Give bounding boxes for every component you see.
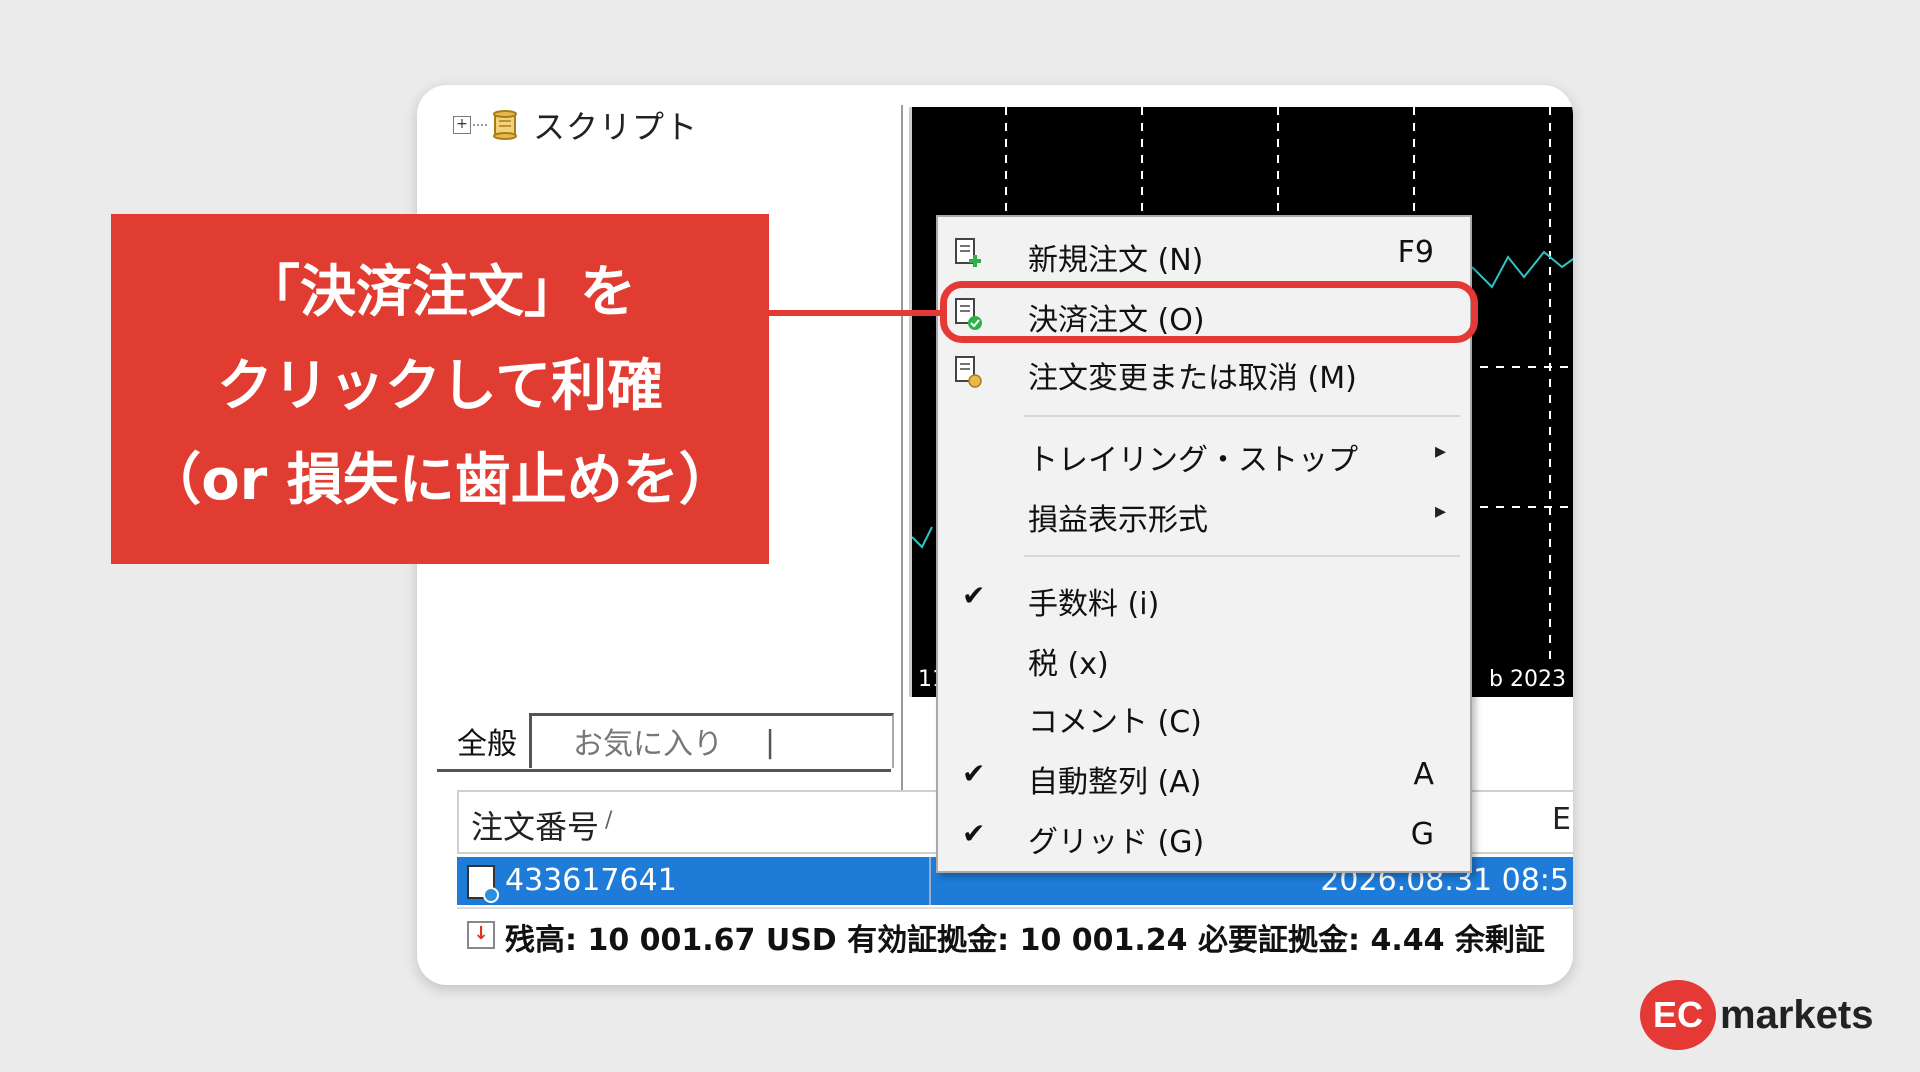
balance-text: 残高: 10 001.67 USD 有効証拠金: 10 001.24 必要証拠金… (505, 923, 1545, 958)
new-order-icon (955, 238, 981, 267)
check-icon: ✔ (962, 757, 986, 790)
menu-shortcut: F9 (1397, 235, 1434, 270)
navigator-tabs: 全般 お気に入り | (437, 713, 894, 772)
menu-item-profit-display[interactable]: 損益表示形式 ▸ (938, 487, 1470, 541)
expand-icon[interactable]: + (453, 116, 471, 134)
scroll-icon (493, 110, 517, 140)
price-line (912, 526, 933, 549)
panel-divider[interactable] (901, 105, 903, 795)
check-icon: ✔ (962, 579, 986, 612)
balance-arrow-icon: ↓ (467, 921, 495, 949)
tab-general[interactable]: 全般 (457, 719, 517, 763)
navigator-scripts-row[interactable]: + スクリプト (453, 105, 699, 146)
menu-item-label: グリッド (G) (1028, 825, 1205, 860)
highlight-ring (940, 281, 1478, 343)
callout-line-2: クリックして利確 (216, 354, 664, 419)
column-order-number[interactable]: 注文番号 (471, 802, 599, 848)
sort-indicator-icon: / (605, 808, 613, 833)
menu-separator (1024, 415, 1460, 417)
menu-item-label: 税 (x) (1028, 647, 1109, 682)
instruction-callout: 「決済注文」を クリックして利確 （or 損失に歯止めを） (111, 214, 769, 564)
menu-item-label: コメント (C) (1028, 705, 1202, 740)
menu-separator (1024, 555, 1460, 557)
logo-mark: EC (1640, 980, 1716, 1050)
submenu-arrow-icon: ▸ (1434, 499, 1446, 524)
menu-shortcut: G (1410, 817, 1434, 852)
menu-item-label: 自動整列 (A) (1028, 765, 1202, 800)
menu-item-modify-order[interactable]: 注文変更または取消 (M) (938, 345, 1470, 399)
menu-item-label: 損益表示形式 (1028, 503, 1208, 538)
modify-order-icon (955, 356, 982, 388)
column-header-right[interactable]: E (1552, 802, 1571, 837)
chart-date-label: b 2023 (1489, 667, 1566, 692)
callout-line-3: （or 損失に歯止めを） (145, 448, 735, 513)
menu-item-comment[interactable]: コメント (C) (938, 689, 1470, 743)
menu-item-label: 新規注文 (N) (1028, 243, 1204, 278)
scripts-label: スクリプト (533, 108, 699, 146)
tree-line (473, 124, 487, 126)
order-id: 433617641 (505, 863, 677, 898)
menu-item-tax[interactable]: 税 (x) (938, 631, 1470, 685)
menu-item-label: 注文変更または取消 (M) (1028, 361, 1357, 396)
callout-line-1: 「決済注文」を (244, 260, 636, 325)
price-line (1471, 250, 1573, 289)
menu-item-new-order[interactable]: 新規注文 (N) F9 (938, 227, 1470, 281)
menu-item-commission[interactable]: ✔ 手数料 (i) (938, 571, 1470, 625)
tab-separator: | (765, 725, 776, 760)
column-divider (929, 857, 931, 905)
logo-text: markets (1720, 992, 1874, 1037)
submenu-arrow-icon: ▸ (1434, 439, 1446, 464)
order-doc-icon (467, 865, 499, 903)
balance-row[interactable]: ↓ 残高: 10 001.67 USD 有効証拠金: 10 001.24 必要証… (457, 907, 1573, 959)
check-icon: ✔ (962, 817, 986, 850)
ec-markets-logo: EC markets (1640, 980, 1873, 1050)
menu-item-label: トレイリング・ストップ (1028, 443, 1358, 478)
menu-item-grid[interactable]: ✔ グリッド (G) G (938, 809, 1470, 863)
menu-shortcut: A (1413, 757, 1434, 792)
menu-item-label: 手数料 (i) (1028, 587, 1160, 622)
tab-favorites[interactable]: お気に入り (573, 719, 723, 763)
menu-item-trailing-stop[interactable]: トレイリング・ストップ ▸ (938, 427, 1470, 481)
callout-connector (769, 310, 941, 316)
menu-item-auto-arrange[interactable]: ✔ 自動整列 (A) A (938, 749, 1470, 803)
